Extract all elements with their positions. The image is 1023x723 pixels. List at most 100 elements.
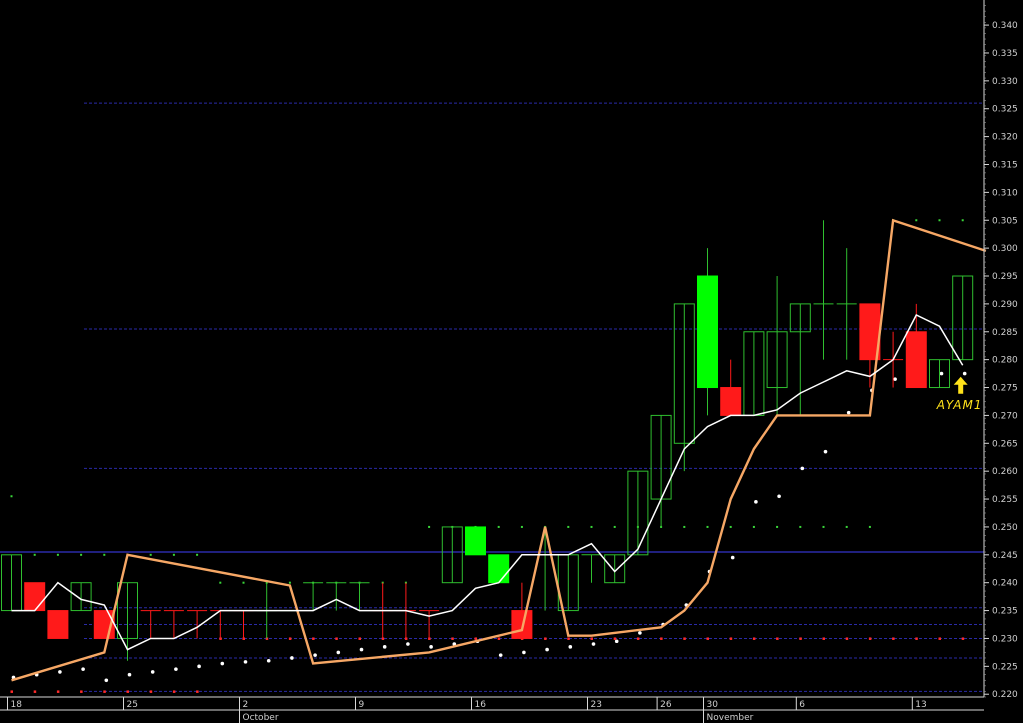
green-dot — [497, 525, 500, 528]
red-dot — [474, 637, 477, 640]
candle-body — [488, 554, 510, 584]
x-tick-label: 26 — [660, 700, 672, 710]
candle-body — [905, 331, 927, 389]
white-dot — [220, 661, 225, 666]
x-tick-label: 9 — [359, 700, 365, 710]
red-dot — [868, 637, 872, 640]
y-tick-label: 0.220 — [992, 690, 1018, 700]
candle-body — [465, 526, 486, 556]
candle-body — [720, 387, 742, 416]
y-tick-label: 0.330 — [992, 77, 1018, 87]
red-dot — [33, 690, 37, 693]
white-dot — [104, 678, 109, 683]
x-tick-label: 23 — [591, 700, 602, 710]
red-dot — [892, 637, 895, 640]
red-dot — [776, 637, 779, 640]
white-dot — [197, 664, 201, 669]
white-dot — [823, 449, 828, 454]
red-dot — [497, 637, 501, 640]
white-dot — [591, 642, 596, 646]
red-dot — [752, 637, 756, 640]
red-dot — [312, 637, 315, 640]
y-tick-label: 0.295 — [992, 272, 1018, 282]
red-dot — [196, 690, 199, 693]
green-dot — [103, 553, 106, 556]
red-dot — [567, 637, 570, 640]
red-dot — [822, 637, 825, 640]
green-dot — [288, 581, 291, 584]
white-dot — [522, 650, 526, 655]
white-dot — [406, 642, 410, 646]
white-dot — [846, 410, 851, 415]
white-dot — [893, 377, 897, 381]
green-dot — [149, 553, 152, 556]
green-dot — [196, 553, 199, 556]
white-dot — [777, 494, 781, 499]
red-dot — [544, 637, 547, 640]
red-dot — [126, 690, 129, 693]
red-dot — [590, 637, 593, 640]
y-tick-label: 0.235 — [992, 607, 1018, 617]
red-dot — [451, 637, 454, 640]
white-dot — [290, 656, 294, 660]
candle-body — [697, 275, 718, 389]
white-dot — [150, 670, 155, 674]
white-dot — [568, 645, 573, 649]
white-dot — [962, 371, 967, 376]
red-dot — [335, 637, 338, 640]
red-dot — [636, 637, 640, 640]
green-dot — [590, 525, 593, 528]
white-dot — [939, 371, 944, 376]
white-dot — [614, 639, 619, 644]
white-dot — [730, 555, 735, 560]
x-tick-label: 13 — [915, 700, 926, 710]
red-dot — [961, 637, 965, 640]
red-dot — [729, 637, 733, 640]
y-tick-label: 0.270 — [992, 411, 1018, 421]
green-dot — [219, 581, 222, 584]
red-dot — [683, 637, 686, 640]
red-dot — [706, 637, 709, 640]
x-tick-label: 18 — [11, 700, 23, 710]
green-dot — [822, 525, 825, 528]
green-dot — [683, 525, 686, 528]
x-tick-label: 16 — [475, 700, 487, 710]
y-tick-label: 0.225 — [992, 662, 1018, 672]
candle-body — [47, 610, 69, 639]
green-dot — [428, 525, 431, 528]
red-dot — [845, 637, 849, 640]
candle-body — [511, 610, 533, 639]
white-dot — [313, 653, 317, 657]
month-label: October — [243, 713, 279, 723]
white-dot — [429, 645, 433, 649]
red-dot — [80, 690, 83, 693]
green-dot — [567, 525, 570, 528]
white-dot — [359, 647, 364, 652]
green-dot — [938, 219, 941, 222]
y-tick-label: 0.340 — [992, 21, 1018, 31]
y-tick-label: 0.275 — [992, 384, 1018, 394]
x-axis: 18 25 2 9 16 23 26 30 6 13 October November — [0, 696, 984, 723]
price-chart: 0.220 0.225 0.230 0.235 0.240 0.245 0.250 0.255… — [0, 0, 1023, 723]
x-tick-label: 25 — [127, 700, 138, 710]
green-dot — [776, 525, 779, 528]
white-dot — [336, 650, 341, 655]
red-dot — [915, 637, 918, 640]
green-dot — [520, 525, 523, 528]
white-dot — [81, 667, 85, 671]
red-dot — [288, 637, 292, 640]
y-tick-label: 0.280 — [992, 356, 1018, 366]
white-dot — [638, 631, 642, 635]
green-dot — [729, 525, 732, 528]
white-dot — [545, 647, 549, 652]
y-tick-label: 0.265 — [992, 439, 1018, 449]
white-dot — [127, 672, 132, 677]
x-tick-label: 30 — [707, 700, 719, 710]
green-dot — [799, 525, 802, 528]
y-tick-label: 0.300 — [992, 244, 1018, 254]
annotation-label: AYAM1 — [936, 398, 983, 412]
red-dot — [172, 690, 176, 693]
white-dot — [266, 658, 271, 663]
month-label: November — [707, 713, 754, 723]
y-tick-label: 0.255 — [992, 495, 1018, 505]
